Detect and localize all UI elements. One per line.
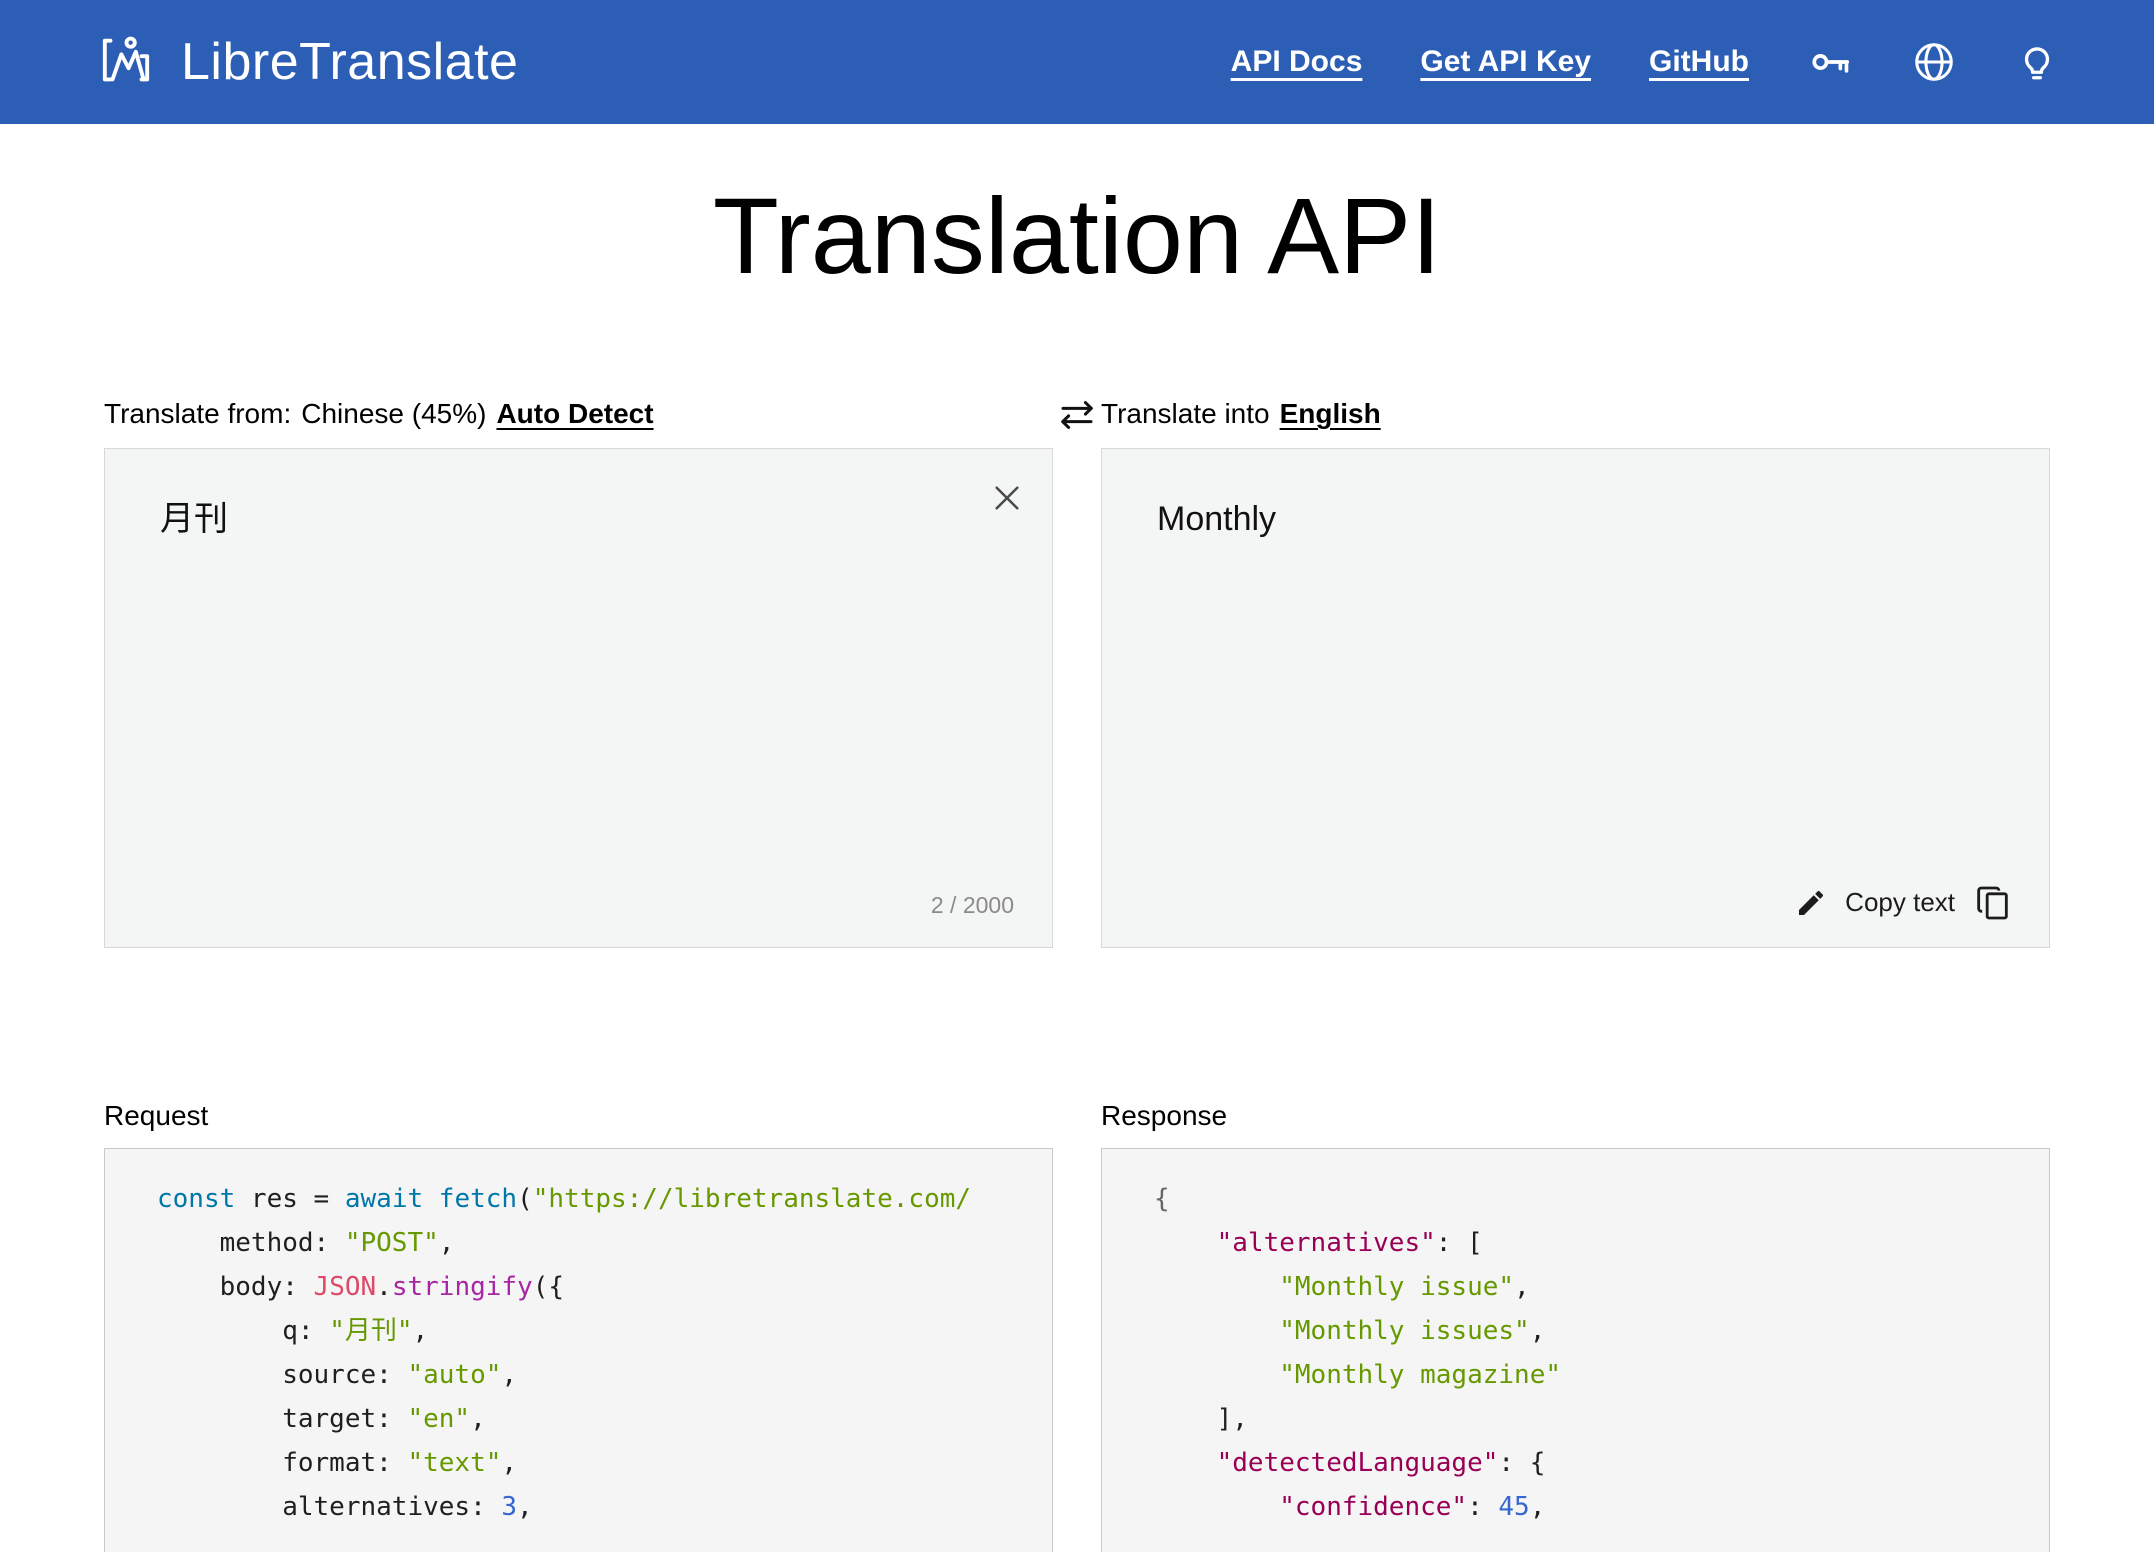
language-label-row: Translate from: Chinese (45%) Auto Detec…	[104, 398, 2050, 430]
translated-text: Monthly	[1157, 500, 1277, 539]
target-language-link[interactable]: English	[1280, 398, 1381, 430]
translate-boxes: 月刊 2 / 2000 Monthly Copy text	[104, 448, 2050, 949]
page-title: Translation API	[712, 175, 1442, 296]
translate-area: Translate from: Chinese (45%) Auto Detec…	[104, 398, 2050, 949]
brand[interactable]: LibreTranslate	[95, 29, 518, 96]
brand-name: LibreTranslate	[181, 33, 519, 91]
source-language-label: Translate from: Chinese (45%) Auto Detec…	[104, 398, 1053, 430]
response-code-block: { "alternatives": [ "Monthly issue", "Mo…	[1101, 1148, 2050, 1552]
main-content: Translation API Translate from: Chinese …	[0, 174, 2154, 1552]
copy-text-label[interactable]: Copy text	[1845, 886, 1955, 920]
nav-get-api-key[interactable]: Get API Key	[1420, 45, 1591, 79]
target-text-area: Monthly Copy text	[1101, 448, 2050, 949]
edit-translation-icon[interactable]	[1795, 887, 1827, 919]
response-label: Response	[1101, 1100, 1228, 1132]
translate-into-text: Translate into	[1101, 398, 1270, 430]
request-column: Request const res = await fetch("https:/…	[104, 1100, 1053, 1552]
globe-icon[interactable]	[1911, 39, 1957, 85]
header: LibreTranslate API Docs Get API Key GitH…	[0, 0, 2154, 124]
char-counter: 2 / 2000	[930, 892, 1014, 919]
code-section: Request const res = await fetch("https:/…	[104, 1100, 2050, 1552]
translate-from-text: Translate from:	[104, 398, 292, 430]
swap-languages-icon[interactable]	[1056, 394, 1098, 439]
api-key-icon[interactable]	[1807, 39, 1853, 85]
nav-github[interactable]: GitHub	[1649, 45, 1749, 79]
source-text: 月刊	[160, 500, 228, 539]
detected-language-text: Chinese (45%)	[301, 398, 487, 430]
request-label: Request	[104, 1100, 209, 1132]
request-code-block: const res = await fetch("https://libretr…	[104, 1148, 1053, 1552]
nav-api-docs[interactable]: API Docs	[1231, 45, 1363, 79]
header-nav: API Docs Get API Key GitHub	[1231, 39, 2059, 85]
copy-icon[interactable]	[1973, 883, 2013, 923]
translation-tools: Copy text	[1795, 883, 2013, 923]
auto-detect-link[interactable]: Auto Detect	[496, 398, 653, 430]
lightbulb-icon[interactable]	[2015, 40, 2059, 84]
target-language-label: Translate into English	[1101, 398, 2050, 430]
clear-source-icon[interactable]	[988, 479, 1026, 520]
response-column: Response { "alternatives": [ "Monthly is…	[1101, 1100, 2050, 1552]
source-text-area[interactable]: 月刊 2 / 2000	[104, 448, 1053, 949]
libretranslate-logo-icon	[95, 29, 157, 96]
